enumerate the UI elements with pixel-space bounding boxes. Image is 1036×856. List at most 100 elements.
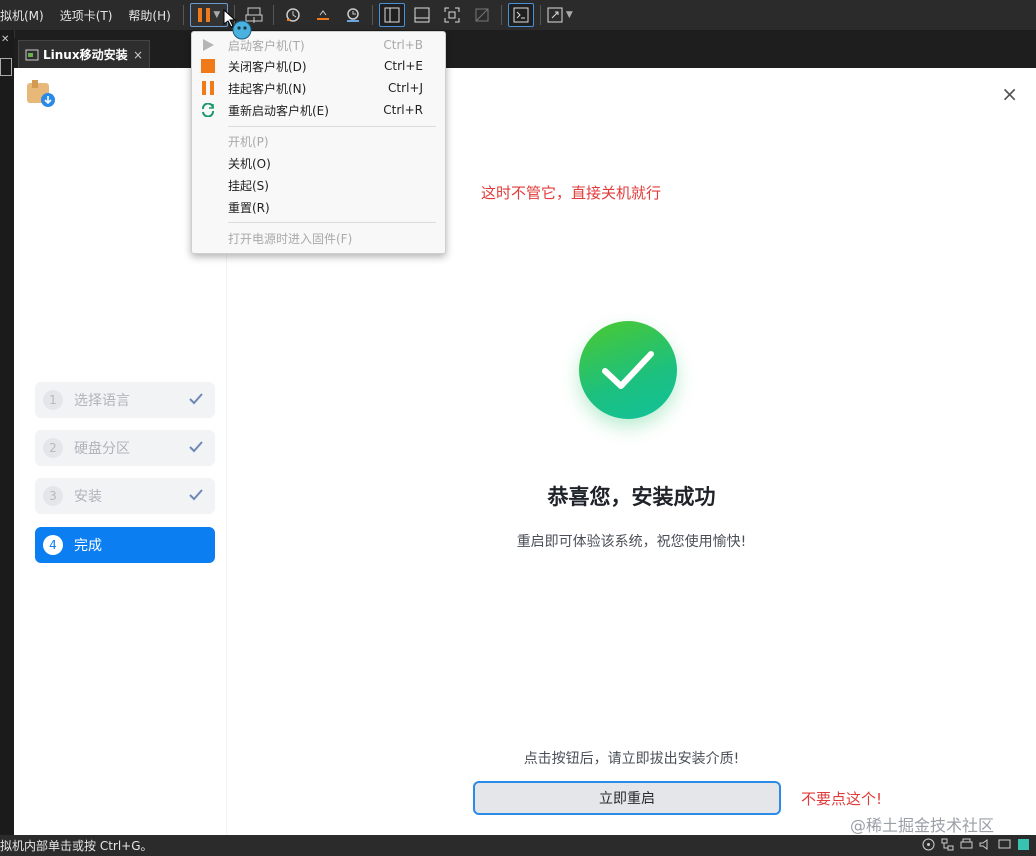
menu-item-power-on-to-firmware[interactable]: 打开电源时进入固件(F) (192, 227, 445, 249)
chevron-down-icon: ▼ (565, 10, 573, 20)
step-number: 2 (43, 438, 63, 458)
step-disk-partition: 2 硬盘分区 (35, 430, 215, 466)
menu-item-label: 开机(P) (228, 134, 269, 149)
step-number: 4 (43, 535, 63, 555)
vm-icon (25, 49, 39, 60)
panel-handle[interactable] (0, 58, 12, 76)
check-icon (189, 441, 203, 453)
menu-item-restart-guest[interactable]: 重新启动客户机(E) Ctrl+R (192, 99, 445, 121)
thumbnail-view-icon (414, 7, 430, 23)
unity-button[interactable] (469, 3, 495, 27)
menu-item-power-off[interactable]: 关机(O) (192, 152, 445, 174)
menu-item-shortcut: Ctrl+J (388, 81, 423, 95)
menu-item-label: 打开电源时进入固件(F) (228, 231, 353, 246)
network-icon[interactable] (941, 838, 954, 851)
chevron-down-icon: ▼ (213, 10, 221, 20)
mouse-cursor-icon (223, 8, 252, 40)
menu-item-shortcut: Ctrl+B (383, 38, 423, 52)
menu-item-label: 关闭客户机(D) (228, 59, 307, 74)
toolbar-separator (539, 5, 541, 25)
annotation-dont-click: 不要点这个! (801, 790, 883, 808)
step-label: 硬盘分区 (74, 441, 130, 457)
step-label: 选择语言 (74, 393, 130, 409)
menu-item-reset[interactable]: 重置(R) (192, 196, 445, 218)
status-text: 拟机内部单击或按 Ctrl+G。 (0, 839, 153, 853)
menu-item-label: 挂起(S) (228, 178, 269, 193)
menu-item-shortcut: Ctrl+R (383, 103, 423, 117)
annotation-shutdown-hint: 这时不管它，直接关机就行 (481, 184, 662, 202)
thumbnail-view-button[interactable] (409, 3, 435, 27)
unity-icon (475, 8, 489, 22)
close-icon[interactable]: × (1001, 82, 1018, 106)
installer-body: 1 选择语言 2 硬盘分区 3 安装 4 完成 恭喜您，安装成功 重启即可体验该… (24, 128, 1036, 835)
snapshot-icon (286, 8, 300, 22)
success-title: 恭喜您，安装成功 (547, 485, 716, 509)
console-icon (513, 7, 529, 23)
snapshot-button[interactable] (280, 3, 306, 27)
sound-icon[interactable] (979, 838, 992, 851)
revert-snapshot-button[interactable] (310, 3, 336, 27)
toolbar-separator (272, 5, 274, 25)
checkmark-icon (602, 351, 654, 389)
printer-icon[interactable] (960, 838, 973, 851)
stretch-button[interactable]: ▼ (547, 3, 573, 27)
close-icon[interactable]: ✕ (1, 34, 9, 45)
menu-separator (228, 222, 436, 223)
toolbar-separator (371, 5, 373, 25)
menu-vm[interactable]: 拟机(M) (0, 7, 52, 24)
step-label: 完成 (74, 538, 102, 554)
menu-item-label: 关机(O) (228, 156, 271, 171)
step-number: 3 (43, 486, 63, 506)
toolbar-separator (500, 5, 502, 25)
status-bar: 拟机内部单击或按 Ctrl+G。 (0, 835, 1036, 856)
check-icon (189, 489, 203, 501)
step-select-language: 1 选择语言 (35, 382, 215, 418)
pause-icon (198, 8, 211, 22)
toolbar-separator (182, 5, 184, 25)
console-button[interactable] (507, 3, 534, 27)
play-icon (203, 39, 214, 51)
menu-item-shortcut: Ctrl+E (384, 59, 423, 73)
tab-label: Linux移动安装 (43, 48, 128, 62)
fullscreen-button[interactable] (439, 3, 465, 27)
watermark: @稀土掘金技术社区 (850, 816, 995, 835)
check-icon (189, 393, 203, 405)
fullscreen-icon (444, 7, 460, 23)
tab-linux-install[interactable]: Linux移动安装 × (18, 40, 150, 68)
hard-disk-icon[interactable] (922, 838, 935, 851)
step-complete: 4 完成 (35, 527, 215, 563)
stop-icon (201, 59, 215, 73)
message-icon[interactable] (1017, 838, 1030, 851)
restart-icon (202, 103, 214, 117)
tab-bar: Linux移动安装 × (14, 38, 1036, 68)
menu-item-label: 挂起客户机(N) (228, 81, 307, 96)
snapshot-manager-icon (346, 8, 359, 22)
tab-close-icon[interactable]: × (133, 48, 143, 62)
menubar: 拟机(M) 选项卡(T) 帮助(H) ▼ ▼ (0, 0, 1036, 30)
step-label: 安装 (74, 489, 102, 505)
display-icon[interactable] (998, 838, 1011, 851)
menu-separator (228, 126, 436, 127)
snapshot-manager-button[interactable] (340, 3, 366, 27)
menu-tabs[interactable]: 选项卡(T) (52, 7, 121, 24)
pause-icon (202, 81, 214, 95)
installer-logo-icon (27, 80, 55, 107)
menu-help[interactable]: 帮助(H) (120, 7, 178, 24)
success-subtitle: 重启即可体验该系统，祝您使用愉快! (516, 534, 747, 550)
stretch-icon (547, 7, 563, 23)
menu-item-power-on[interactable]: 开机(P) (192, 130, 445, 152)
step-install: 3 安装 (35, 478, 215, 514)
success-badge (579, 321, 677, 419)
menu-item-shutdown-guest[interactable]: 关闭客户机(D) Ctrl+E (192, 55, 445, 77)
menu-item-label: 重置(R) (228, 200, 270, 215)
installer-header: × (14, 68, 1036, 120)
remove-media-note: 点击按钮后，请立即拔出安装介质! (523, 751, 740, 767)
reboot-now-button[interactable]: 立即重启 (473, 781, 781, 815)
revert-snapshot-icon (316, 10, 329, 20)
library-view-button[interactable] (378, 3, 405, 27)
library-view-icon (384, 7, 400, 23)
menu-item-suspend[interactable]: 挂起(S) (192, 174, 445, 196)
step-number: 1 (43, 390, 63, 410)
menu-item-suspend-guest[interactable]: 挂起客户机(N) Ctrl+J (192, 77, 445, 99)
menu-item-label: 重新启动客户机(E) (228, 103, 329, 118)
